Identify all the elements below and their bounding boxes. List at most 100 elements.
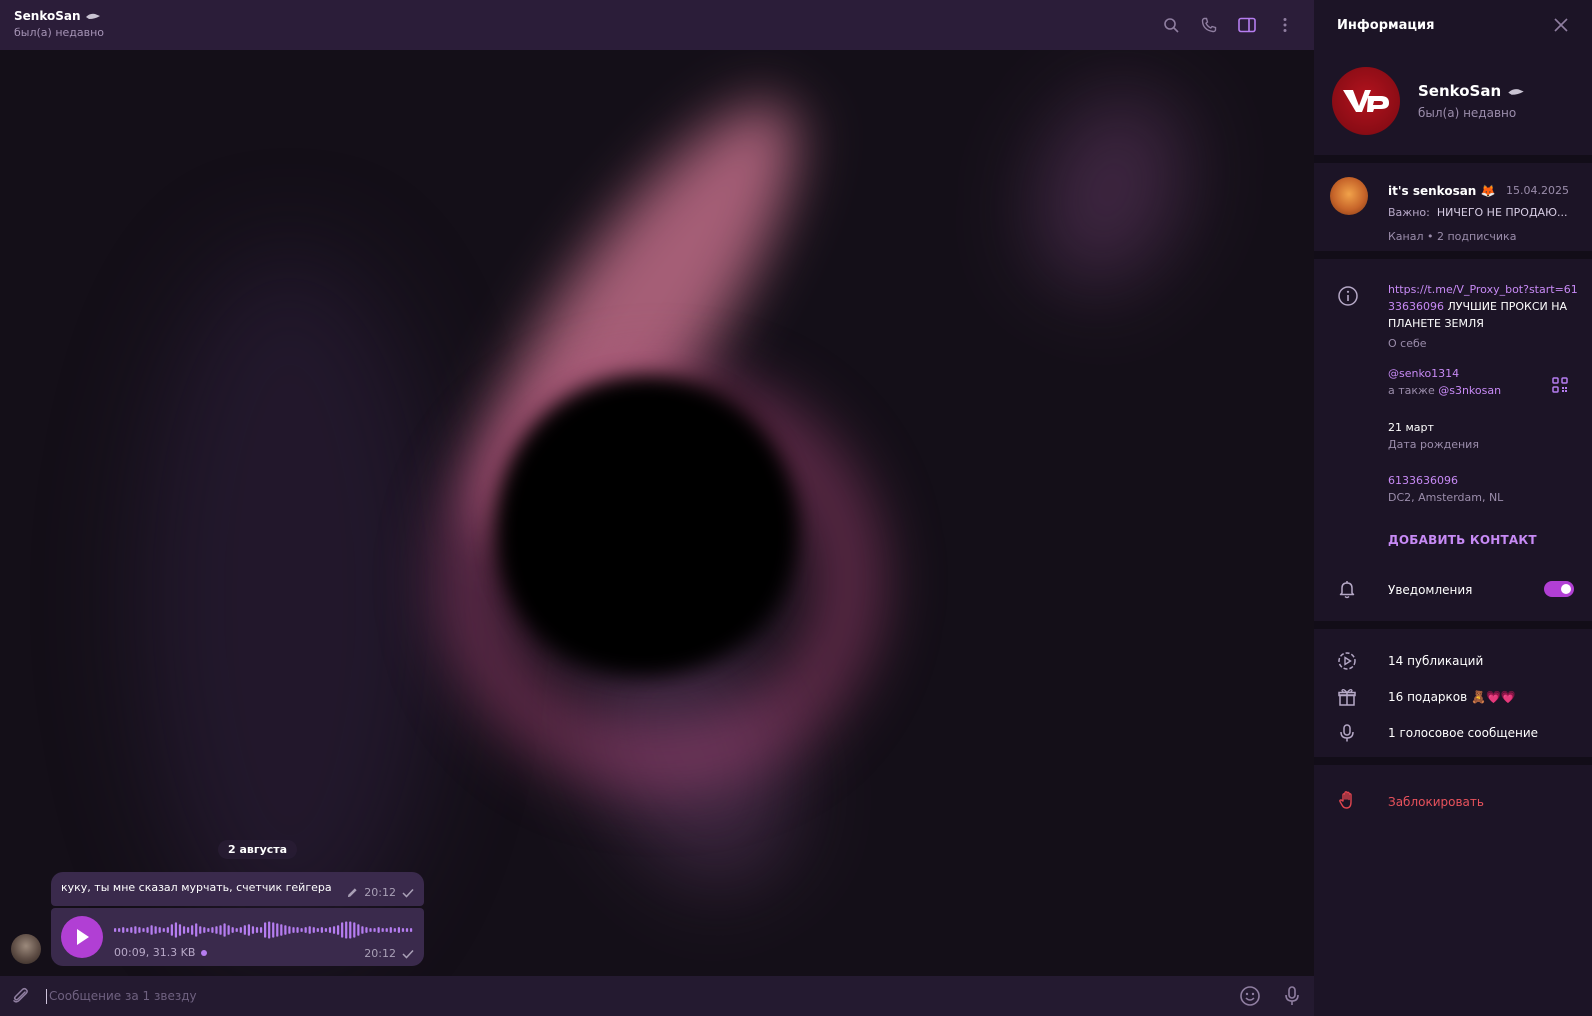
waveform-bar bbox=[114, 928, 117, 932]
waveform-bar bbox=[255, 927, 259, 933]
read-check-icon bbox=[402, 888, 414, 898]
waveform-bar bbox=[150, 925, 153, 935]
waveform-bar bbox=[381, 928, 384, 932]
waveform-bar bbox=[357, 924, 360, 936]
waveform-bar bbox=[191, 925, 194, 935]
waveform-bar bbox=[174, 922, 178, 938]
waveform-bar bbox=[397, 927, 401, 933]
sender-avatar[interactable] bbox=[11, 934, 41, 964]
phone-icon[interactable] bbox=[1200, 16, 1218, 34]
notifications-label: Уведомления bbox=[1388, 583, 1473, 597]
message-bubble-voice[interactable]: 00:09, 31.3 KB 20:12 bbox=[51, 908, 424, 966]
waveform-bar bbox=[247, 924, 251, 936]
waveform-bar bbox=[138, 927, 141, 933]
waveform-bar bbox=[336, 925, 340, 935]
waveform-bar bbox=[324, 928, 328, 932]
channel-last-message: Важно: НИЧЕГО НЕ ПРОДАЮ... bbox=[1388, 206, 1568, 219]
block-user-button: Заблокировать bbox=[1388, 795, 1484, 809]
personal-channel[interactable]: it's senkosan 🦊 15.04.2025 Важно: НИЧЕГО… bbox=[1314, 163, 1592, 251]
waveform-bar bbox=[312, 927, 315, 933]
waveform-bar bbox=[345, 921, 348, 939]
chat-header[interactable]: SenkoSan был(а) недавно bbox=[0, 0, 1314, 50]
voice-waveform[interactable] bbox=[114, 920, 414, 940]
waveform-bar bbox=[251, 926, 255, 934]
voice-row[interactable]: 1 голосовое сообщение bbox=[1314, 715, 1592, 751]
close-icon[interactable] bbox=[1553, 17, 1569, 33]
waveform-bar bbox=[259, 927, 263, 933]
posts-row[interactable]: 14 публикаций bbox=[1314, 643, 1592, 679]
divider bbox=[1314, 251, 1592, 259]
waveform-bar bbox=[227, 925, 230, 935]
waveform-bar bbox=[207, 928, 210, 932]
info-section: https://t.me/V_Proxy_bot?start=613363609… bbox=[1314, 259, 1592, 621]
bell-icon bbox=[1337, 579, 1357, 599]
waveform-bar bbox=[118, 928, 121, 932]
waveform-bar bbox=[377, 927, 380, 933]
waveform-bar bbox=[341, 922, 344, 938]
birthday-value: 21 март bbox=[1388, 421, 1434, 434]
waveform-bar bbox=[332, 926, 336, 934]
hand-stop-icon bbox=[1337, 790, 1357, 810]
emoji-icon[interactable] bbox=[1239, 985, 1261, 1007]
waveform-bar bbox=[182, 926, 186, 934]
notifications-row[interactable]: Уведомления bbox=[1314, 571, 1592, 607]
message-input[interactable]: Сообщение за 1 звезду bbox=[46, 989, 197, 1004]
microphone-icon[interactable] bbox=[1281, 985, 1303, 1007]
waveform-bar bbox=[405, 928, 409, 932]
waveform-bar bbox=[231, 927, 234, 933]
microphone-icon bbox=[1337, 723, 1357, 743]
waveform-bar bbox=[268, 921, 271, 939]
profile-status: был(а) недавно bbox=[1418, 106, 1517, 120]
waveform-bar bbox=[203, 927, 206, 933]
posts-count: 14 публикаций bbox=[1388, 654, 1484, 668]
search-icon[interactable] bbox=[1162, 16, 1180, 34]
waveform-bar bbox=[353, 922, 356, 938]
waveform-bar bbox=[178, 924, 182, 936]
waveform-bar bbox=[158, 927, 161, 933]
divider bbox=[1314, 621, 1592, 629]
more-vertical-icon[interactable] bbox=[1276, 16, 1294, 34]
username-also: а также @s3nkosan bbox=[1388, 384, 1502, 397]
user-id-value[interactable]: 6133636096 bbox=[1388, 474, 1503, 487]
contact-status: был(а) недавно bbox=[14, 26, 105, 39]
paperclip-icon[interactable] bbox=[11, 986, 31, 1006]
waveform-bar bbox=[276, 923, 279, 937]
gift-icon bbox=[1337, 687, 1357, 707]
waveform-bar bbox=[409, 928, 413, 932]
message-composer: Сообщение за 1 звезду bbox=[0, 976, 1314, 1016]
waveform-bar bbox=[162, 928, 165, 932]
waveform-bar bbox=[349, 921, 352, 939]
gifts-row[interactable]: 16 подарков 🧸💗💗 bbox=[1314, 679, 1592, 715]
birthday-row: 21 март Дата рождения bbox=[1388, 421, 1479, 451]
qr-code-icon[interactable] bbox=[1551, 376, 1569, 394]
info-panel: Информация SenkoSan был(а) недавно it's … bbox=[1314, 0, 1592, 1016]
voice-duration-size: 00:09, 31.3 KB bbox=[114, 946, 196, 959]
waveform-bar bbox=[134, 926, 137, 934]
message-time: 20:12 bbox=[364, 886, 396, 899]
vp-logo bbox=[1343, 90, 1389, 112]
block-row[interactable]: Заблокировать bbox=[1314, 765, 1592, 835]
profile-avatar[interactable] bbox=[1332, 67, 1400, 135]
waveform-bar bbox=[373, 928, 376, 932]
message-bubble-text[interactable]: куку, ты мне сказал мурчать, счетчик гей… bbox=[51, 872, 424, 906]
sidebar-toggle-icon[interactable] bbox=[1238, 16, 1256, 34]
waveform-bar bbox=[142, 928, 145, 932]
emoji-status-icon bbox=[85, 13, 100, 19]
channel-avatar bbox=[1330, 177, 1368, 215]
waveform-bar bbox=[300, 928, 303, 932]
username-value[interactable]: @senko1314 bbox=[1388, 367, 1501, 380]
id-row[interactable]: 6133636096 DC2, Amsterdam, NL bbox=[1388, 474, 1503, 504]
add-contact-button[interactable]: ДОБАВИТЬ КОНТАКТ bbox=[1388, 533, 1537, 547]
waveform-bar bbox=[272, 922, 275, 938]
username-row[interactable]: @senko1314 а также @s3nkosan bbox=[1388, 367, 1501, 397]
waveform-bar bbox=[215, 926, 218, 934]
waveform-bar bbox=[166, 927, 169, 933]
chat-area: SenkoSan был(а) недавно 2 августа куку, … bbox=[0, 0, 1314, 1016]
play-button[interactable] bbox=[61, 916, 103, 958]
waveform-bar bbox=[284, 925, 287, 935]
notifications-toggle[interactable] bbox=[1544, 581, 1574, 597]
telegram-app: SenkoSan был(а) недавно 2 августа куку, … bbox=[0, 0, 1592, 1016]
waveform-bar bbox=[304, 927, 307, 933]
waveform-bar bbox=[211, 927, 214, 933]
contact-name[interactable]: SenkoSan bbox=[14, 9, 1300, 23]
